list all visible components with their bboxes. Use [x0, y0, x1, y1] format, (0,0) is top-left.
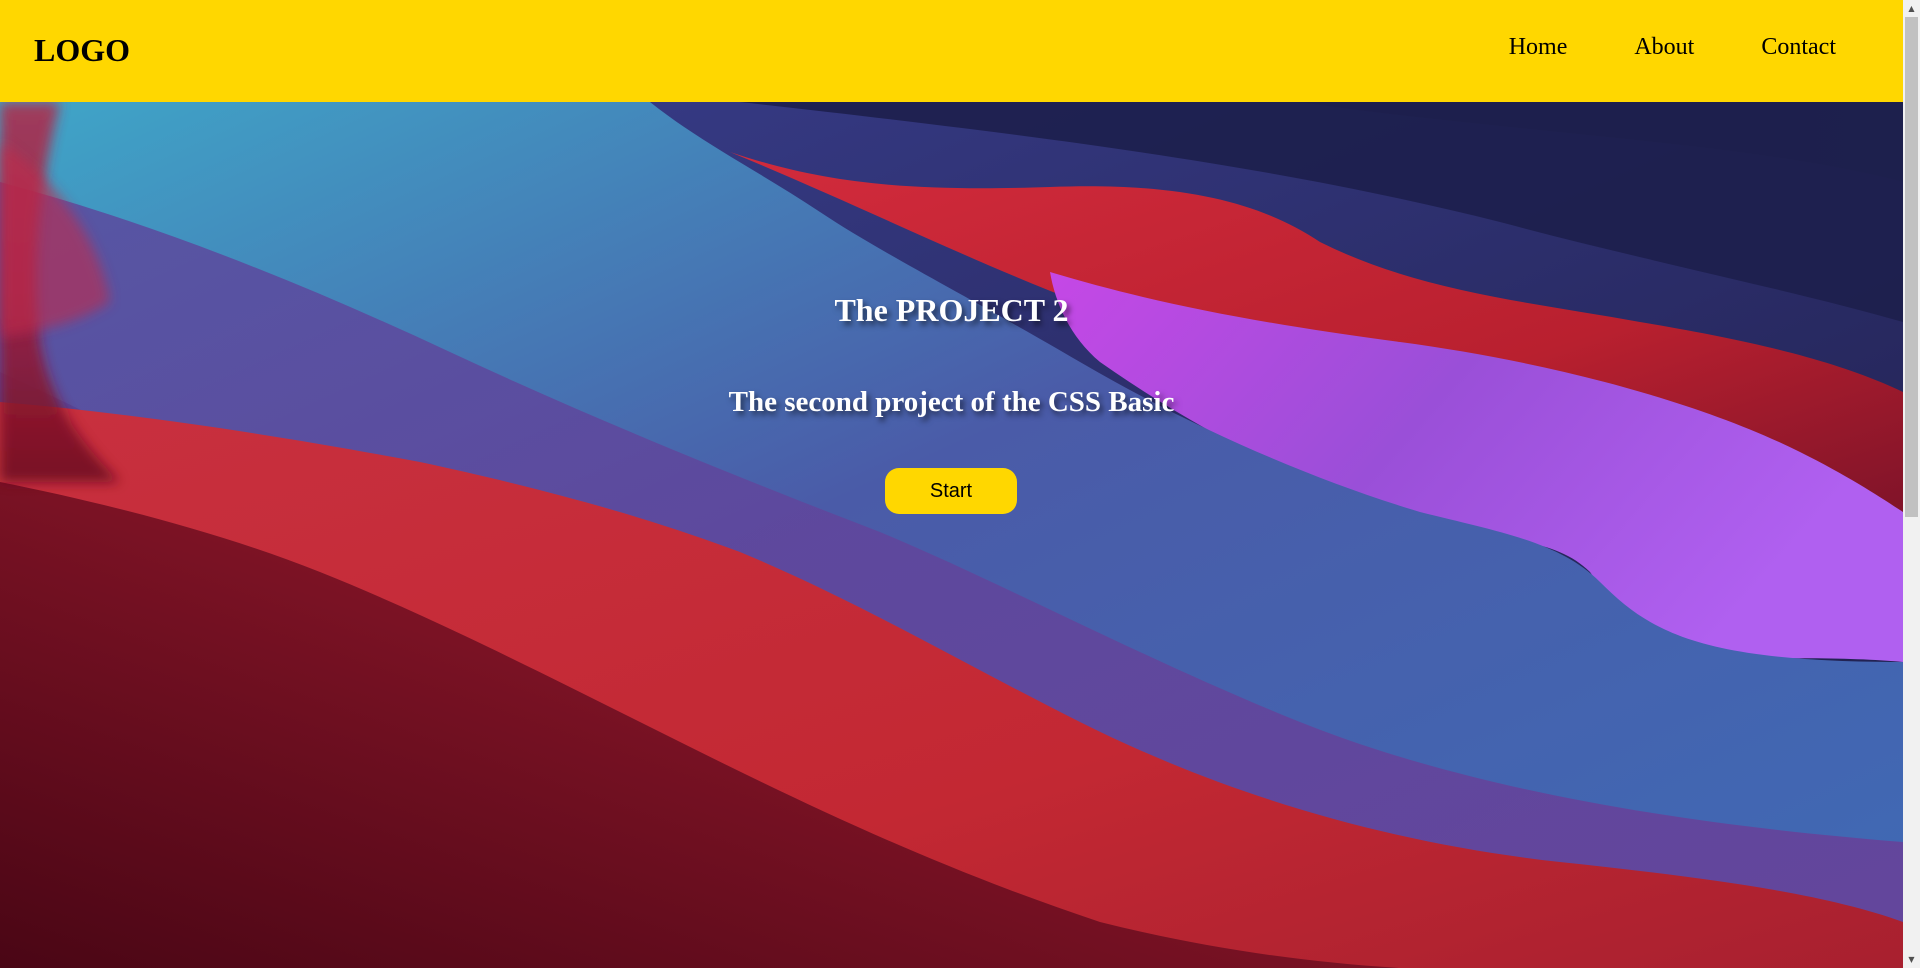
- scroll-down-icon[interactable]: ▼: [1903, 951, 1920, 968]
- hero-background-waves: [0, 102, 1903, 968]
- nav-link-contact[interactable]: Contact: [1761, 30, 1836, 64]
- scroll-up-icon[interactable]: ▲: [1903, 0, 1920, 17]
- top-navbar: LOGO Home About Contact: [0, 0, 1903, 102]
- start-button[interactable]: Start: [885, 468, 1017, 514]
- nav-link-about[interactable]: About: [1634, 30, 1694, 64]
- hero-title: The PROJECT 2: [834, 292, 1069, 328]
- main-nav: Home About Contact: [1442, 30, 1836, 64]
- nav-link-home[interactable]: Home: [1509, 30, 1568, 64]
- hero-subtitle: The second project of the CSS Basic: [728, 386, 1175, 418]
- logo[interactable]: LOGO: [34, 28, 130, 72]
- scrollbar-thumb[interactable]: [1905, 17, 1918, 517]
- vertical-scrollbar[interactable]: ▲ ▼: [1903, 0, 1920, 968]
- page: LOGO Home About Contact The PROJECT 2 Th…: [0, 0, 1920, 968]
- hero-section: The PROJECT 2 The second project of the …: [0, 102, 1903, 968]
